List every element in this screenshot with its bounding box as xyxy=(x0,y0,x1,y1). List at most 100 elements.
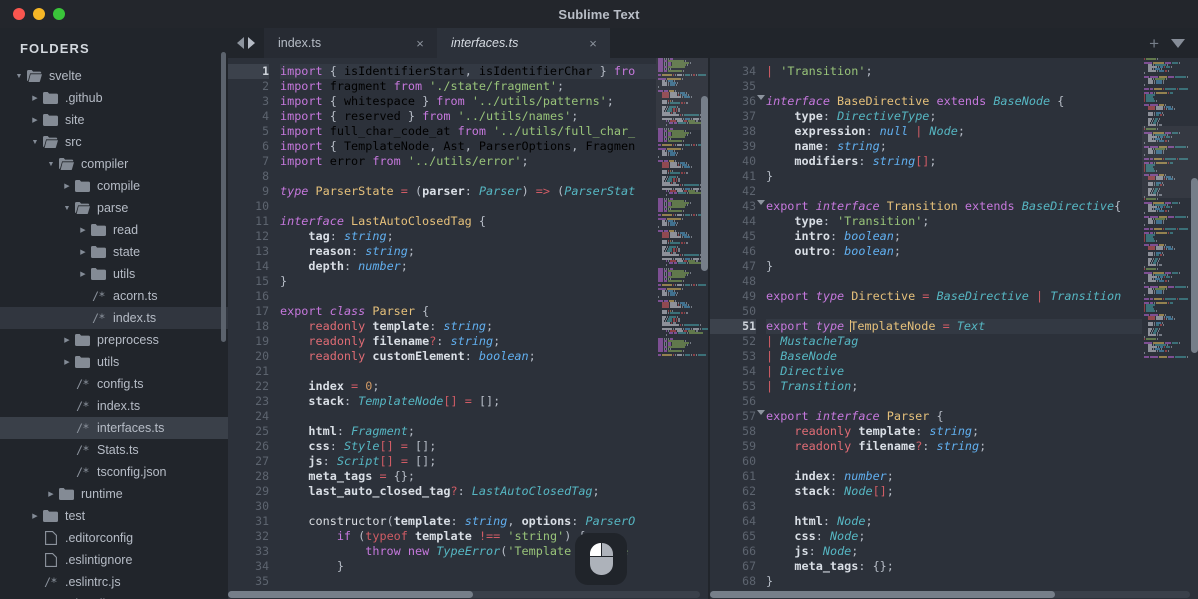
code-line[interactable]: css: Style[] = []; xyxy=(280,439,656,454)
code-line[interactable] xyxy=(766,304,1142,319)
code-line[interactable]: readonly filename?: string; xyxy=(280,334,656,349)
chevron-down-icon[interactable]: ▼ xyxy=(44,161,58,168)
sidebar-item-index-ts[interactable]: ▶/* index.ts xyxy=(0,395,228,417)
code-line[interactable]: | 'Transition'; xyxy=(766,64,1142,79)
code-line[interactable]: constructor(template: string, options: P… xyxy=(280,514,656,529)
sidebar-item-svelte[interactable]: ▼ svelte xyxy=(0,65,228,87)
chevron-right-icon[interactable]: ▶ xyxy=(28,94,42,102)
sidebar-item-site[interactable]: ▶ site xyxy=(0,109,228,131)
sidebar-item-parse[interactable]: ▼ parse xyxy=(0,197,228,219)
code-line[interactable]: } xyxy=(766,259,1142,274)
sidebar-item-github[interactable]: ▶ .github xyxy=(0,87,228,109)
tab-index-ts[interactable]: index.ts × xyxy=(264,28,437,58)
code-line[interactable]: import { TemplateNode, Ast, ParserOption… xyxy=(280,139,656,154)
fold-triangle-icon[interactable] xyxy=(757,200,765,205)
sidebar-item-gitattributes[interactable]: ▶.gitattributes xyxy=(0,593,228,599)
code-line[interactable]: import error from '../utils/error'; xyxy=(280,154,656,169)
code-line[interactable] xyxy=(280,169,656,184)
chevron-right-icon[interactable]: ▶ xyxy=(60,182,74,190)
code-line[interactable]: last_auto_closed_tag?: LastAutoClosedTag… xyxy=(280,484,656,499)
plus-icon[interactable]: + xyxy=(1149,35,1159,52)
code-line[interactable]: outro: boolean; xyxy=(766,244,1142,259)
code-line[interactable]: tag: string; xyxy=(280,229,656,244)
chevron-down-icon[interactable] xyxy=(1171,38,1185,48)
sidebar-item-test[interactable]: ▶ test xyxy=(0,505,228,527)
code-line[interactable]: } xyxy=(280,274,656,289)
code-line[interactable]: css: Node; xyxy=(766,529,1142,544)
sidebar-item-compile[interactable]: ▶ compile xyxy=(0,175,228,197)
code-content-left[interactable]: import { isIdentifierStart, isIdentifier… xyxy=(280,58,656,599)
code-line[interactable] xyxy=(280,364,656,379)
sidebar-item-stats-ts[interactable]: ▶/* Stats.ts xyxy=(0,439,228,461)
editor-pane-left[interactable]: 1 2 3 4 5 6 7 8 9 10 11 12 13 14 15 16 17 18 19 20 21 22 23 24 2… xyxy=(228,58,708,599)
chevron-right-icon[interactable]: ▶ xyxy=(28,116,42,124)
editor-pane-right[interactable]: 34 35 36 37 38 39 40 41 42 43 44 45 46 47 48 49 50 51 52 53… xyxy=(710,58,1198,599)
code-line[interactable]: export type TemplateNode = Text xyxy=(766,319,1142,334)
code-line[interactable]: } xyxy=(766,169,1142,184)
tab-nav-arrows[interactable] xyxy=(228,28,264,58)
code-line[interactable]: interface BaseDirective extends BaseNode… xyxy=(766,94,1142,109)
sidebar-scrollbar[interactable] xyxy=(221,52,226,342)
code-line[interactable]: stack: TemplateNode[] = []; xyxy=(280,394,656,409)
code-line[interactable] xyxy=(766,499,1142,514)
zoom-window-button[interactable] xyxy=(53,8,65,20)
code-line[interactable]: readonly template: string; xyxy=(766,424,1142,439)
fold-triangle-icon[interactable] xyxy=(757,410,765,415)
code-line[interactable]: meta_tags: {}; xyxy=(766,559,1142,574)
code-line[interactable] xyxy=(766,394,1142,409)
horizontal-scrollbar-thumb-left[interactable] xyxy=(228,591,473,598)
code-line[interactable]: expression: null | Node; xyxy=(766,124,1142,139)
tab-interfaces-ts[interactable]: interfaces.ts × xyxy=(437,28,610,58)
chevron-right-icon[interactable]: ▶ xyxy=(60,358,74,366)
code-line[interactable]: type: 'Transition'; xyxy=(766,214,1142,229)
code-line[interactable]: meta_tags = {}; xyxy=(280,469,656,484)
sidebar-item-index-ts[interactable]: ▶/* index.ts xyxy=(0,307,228,329)
code-line[interactable]: } xyxy=(766,574,1142,589)
code-line[interactable]: depth: number; xyxy=(280,259,656,274)
close-icon[interactable]: × xyxy=(413,36,427,51)
chevron-right-icon[interactable]: ▶ xyxy=(76,270,90,278)
vertical-scrollbar-left[interactable] xyxy=(701,58,708,589)
minimap-right[interactable] xyxy=(1142,58,1198,599)
close-icon[interactable]: × xyxy=(586,36,600,51)
code-content-right[interactable]: | 'Transition'; interface BaseDirective … xyxy=(766,58,1142,599)
code-line[interactable] xyxy=(280,499,656,514)
chevron-right-icon[interactable]: ▶ xyxy=(76,226,90,234)
code-line[interactable]: | Directive xyxy=(766,364,1142,379)
code-line[interactable] xyxy=(280,289,656,304)
horizontal-scrollbar-right[interactable] xyxy=(710,591,1190,598)
arrow-forward-icon[interactable] xyxy=(248,37,255,49)
code-line[interactable]: export type Directive = BaseDirective | … xyxy=(766,289,1142,304)
chevron-right-icon[interactable]: ▶ xyxy=(28,512,42,520)
code-line[interactable]: export class Parser { xyxy=(280,304,656,319)
code-line[interactable]: type ParserState = (parser: Parser) => (… xyxy=(280,184,656,199)
sidebar-item-config-ts[interactable]: ▶/* config.ts xyxy=(0,373,228,395)
code-line[interactable] xyxy=(766,454,1142,469)
code-line[interactable]: index = 0; xyxy=(280,379,656,394)
vertical-scrollbar-thumb-left[interactable] xyxy=(701,96,708,271)
code-line[interactable]: intro: boolean; xyxy=(766,229,1142,244)
code-line[interactable]: | MustacheTag xyxy=(766,334,1142,349)
horizontal-scrollbar-thumb-right[interactable] xyxy=(710,591,1055,598)
code-line[interactable]: index: number; xyxy=(766,469,1142,484)
vertical-scrollbar-thumb-right[interactable] xyxy=(1191,178,1198,353)
code-line[interactable] xyxy=(280,199,656,214)
code-line[interactable]: import fragment from './state/fragment'; xyxy=(280,79,656,94)
code-line[interactable] xyxy=(280,409,656,424)
code-line[interactable] xyxy=(766,184,1142,199)
code-line[interactable]: modifiers: string[]; xyxy=(766,154,1142,169)
sidebar-item-editorconfig[interactable]: ▶ .editorconfig xyxy=(0,527,228,549)
chevron-right-icon[interactable]: ▶ xyxy=(44,490,58,498)
vertical-scrollbar-right[interactable] xyxy=(1191,58,1198,589)
sidebar-item-read[interactable]: ▶ read xyxy=(0,219,228,241)
code-line[interactable]: import full_char_code_at from '../utils/… xyxy=(280,124,656,139)
sidebar-item-utils[interactable]: ▶ utils xyxy=(0,263,228,285)
sidebar-item-preprocess[interactable]: ▶ preprocess xyxy=(0,329,228,351)
chevron-right-icon[interactable]: ▶ xyxy=(76,248,90,256)
sidebar-item-utils[interactable]: ▶ utils xyxy=(0,351,228,373)
sidebar-item-runtime[interactable]: ▶ runtime xyxy=(0,483,228,505)
minimize-window-button[interactable] xyxy=(33,8,45,20)
code-line[interactable] xyxy=(766,79,1142,94)
code-line[interactable]: import { whitespace } from '../utils/pat… xyxy=(280,94,656,109)
close-window-button[interactable] xyxy=(13,8,25,20)
